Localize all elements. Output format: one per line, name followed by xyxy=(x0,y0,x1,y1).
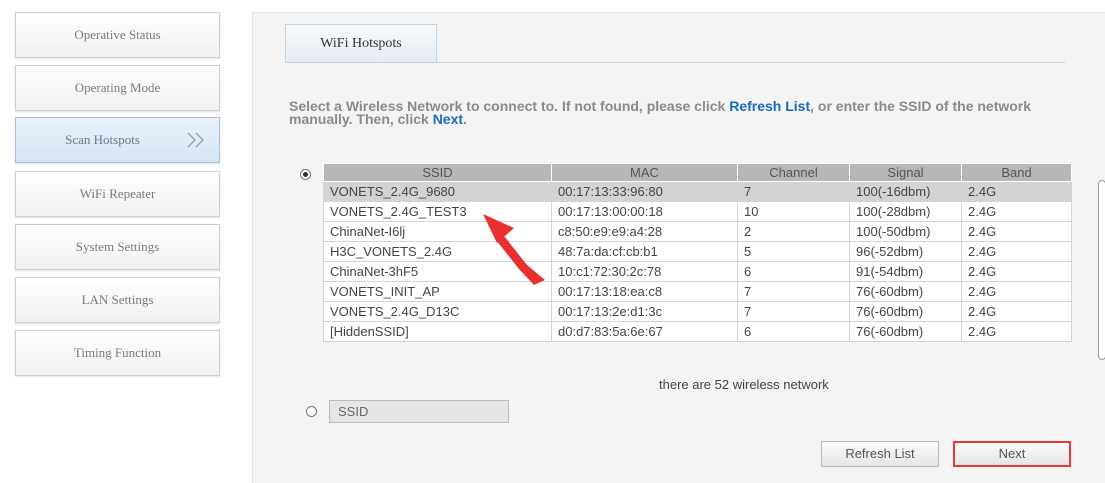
column-header-mac: MAC xyxy=(551,163,738,182)
cell-band: 2.4G xyxy=(961,181,1072,202)
network-count-text: there are 52 wireless network xyxy=(659,377,829,392)
cell-mac: 00:17:13:00:00:18 xyxy=(551,201,738,222)
refresh-list-link[interactable]: Refresh List xyxy=(729,98,810,114)
cell-signal: 96(-52dbm) xyxy=(849,241,962,262)
cell-ssid: ChinaNet-3hF5 xyxy=(323,261,552,282)
select-from-list-radio[interactable] xyxy=(300,169,311,180)
cell-mac: 00:17:13:18:ea:c8 xyxy=(551,281,738,302)
cell-signal: 91(-54dbm) xyxy=(849,261,962,282)
table-scrollbar[interactable] xyxy=(1098,180,1105,360)
cell-signal: 100(-50dbm) xyxy=(849,221,962,242)
cell-channel: 2 xyxy=(737,221,850,242)
cell-ssid: VONETS_2.4G_9680 xyxy=(323,181,552,202)
table-row[interactable]: VONETS_2.4G_TEST3 00:17:13:00:00:18 10 1… xyxy=(323,201,1072,222)
cell-band: 2.4G xyxy=(961,321,1072,342)
cell-ssid: VONETS_2.4G_D13C xyxy=(323,301,552,322)
cell-channel: 7 xyxy=(737,181,850,202)
tab-divider xyxy=(285,62,1065,63)
cell-signal: 76(-60dbm) xyxy=(849,321,962,342)
sidebar-item-label: System Settings xyxy=(75,239,160,254)
column-header-channel: Channel xyxy=(737,163,850,182)
sidebar-item-label: Scan Hotspots xyxy=(65,132,140,147)
cell-band: 2.4G xyxy=(961,241,1072,262)
column-header-band: Band xyxy=(961,163,1072,182)
table-row[interactable]: ChinaNet-3hF5 10:c1:72:30:2c:78 6 91(-54… xyxy=(323,261,1072,282)
cell-mac: 00:17:13:33:96:80 xyxy=(551,181,738,202)
cell-band: 2.4G xyxy=(961,201,1072,222)
next-button[interactable]: Next xyxy=(953,441,1071,467)
cell-signal: 76(-60dbm) xyxy=(849,301,962,322)
table-row[interactable]: ChinaNet-I6lj c8:50:e9:e9:a4:28 2 100(-5… xyxy=(323,221,1072,242)
cell-ssid: H3C_VONETS_2.4G xyxy=(323,241,552,262)
next-link[interactable]: Next xyxy=(433,111,463,127)
table-row[interactable]: H3C_VONETS_2.4G 48:7a:da:cf:cb:b1 5 96(-… xyxy=(323,241,1072,262)
table-row[interactable]: VONETS_2.4G_9680 00:17:13:33:96:80 7 100… xyxy=(323,181,1072,202)
table-row[interactable]: VONETS_2.4G_D13C 00:17:13:2e:d1:3c 7 76(… xyxy=(323,301,1072,322)
table-row[interactable]: [HiddenSSID] d0:d7:83:5a:6e:67 6 76(-60d… xyxy=(323,321,1072,342)
instruction-text: Select a Wireless Network to connect to.… xyxy=(289,98,1079,127)
cell-signal: 100(-16dbm) xyxy=(849,181,962,202)
cell-channel: 6 xyxy=(737,321,850,342)
hotspot-table: SSID MAC Channel Signal Band VONETS_2.4G… xyxy=(323,163,1072,342)
column-header-signal: Signal xyxy=(849,163,962,182)
sidebar-item-label: Operative Status xyxy=(74,27,161,42)
table-row[interactable]: VONETS_INIT_AP 00:17:13:18:ea:c8 7 76(-6… xyxy=(323,281,1072,302)
cell-band: 2.4G xyxy=(961,221,1072,242)
sidebar-item-system-settings[interactable]: System Settings xyxy=(15,224,220,270)
table-header-row: SSID MAC Channel Signal Band xyxy=(323,163,1072,182)
double-chevron-right-icon xyxy=(187,132,204,148)
sidebar-item-label: LAN Settings xyxy=(81,292,154,307)
cell-band: 2.4G xyxy=(961,301,1072,322)
sidebar-item-label: WiFi Repeater xyxy=(79,186,156,201)
sidebar-item-timing-function[interactable]: Timing Function xyxy=(15,330,220,376)
cell-signal: 100(-28dbm) xyxy=(849,201,962,222)
cell-band: 2.4G xyxy=(961,281,1072,302)
cell-channel: 7 xyxy=(737,281,850,302)
tab-label: WiFi Hotspots xyxy=(320,36,402,51)
sidebar-item-operating-mode[interactable]: Operating Mode xyxy=(15,65,220,111)
sidebar-item-label: Timing Function xyxy=(73,345,162,360)
cell-mac: c8:50:e9:e9:a4:28 xyxy=(551,221,738,242)
instruction-part3: . xyxy=(463,111,467,127)
tab-wifi-hotspots[interactable]: WiFi Hotspots xyxy=(285,24,437,62)
cell-channel: 6 xyxy=(737,261,850,282)
manual-ssid-radio[interactable] xyxy=(306,406,317,417)
sidebar-item-scan-hotspots[interactable]: Scan Hotspots xyxy=(15,117,220,163)
cell-mac: d0:d7:83:5a:6e:67 xyxy=(551,321,738,342)
sidebar-item-wifi-repeater[interactable]: WiFi Repeater xyxy=(15,171,220,217)
sidebar-item-operative-status[interactable]: Operative Status xyxy=(15,12,220,58)
cell-ssid: [HiddenSSID] xyxy=(323,321,552,342)
content-panel: WiFi Hotspots Select a Wireless Network … xyxy=(252,12,1105,483)
cell-ssid: VONETS_INIT_AP xyxy=(323,281,552,302)
sidebar-item-label: Operating Mode xyxy=(74,80,161,95)
cell-mac: 00:17:13:2e:d1:3c xyxy=(551,301,738,322)
cell-signal: 76(-60dbm) xyxy=(849,281,962,302)
cell-channel: 7 xyxy=(737,301,850,322)
ssid-input[interactable] xyxy=(329,400,509,423)
cell-mac: 48:7a:da:cf:cb:b1 xyxy=(551,241,738,262)
sidebar-item-lan-settings[interactable]: LAN Settings xyxy=(15,277,220,323)
column-header-ssid: SSID xyxy=(323,163,552,182)
cell-channel: 10 xyxy=(737,201,850,222)
cell-mac: 10:c1:72:30:2c:78 xyxy=(551,261,738,282)
cell-channel: 5 xyxy=(737,241,850,262)
refresh-list-button[interactable]: Refresh List xyxy=(821,441,939,467)
cell-band: 2.4G xyxy=(961,261,1072,282)
cell-ssid: VONETS_2.4G_TEST3 xyxy=(323,201,552,222)
cell-ssid: ChinaNet-I6lj xyxy=(323,221,552,242)
